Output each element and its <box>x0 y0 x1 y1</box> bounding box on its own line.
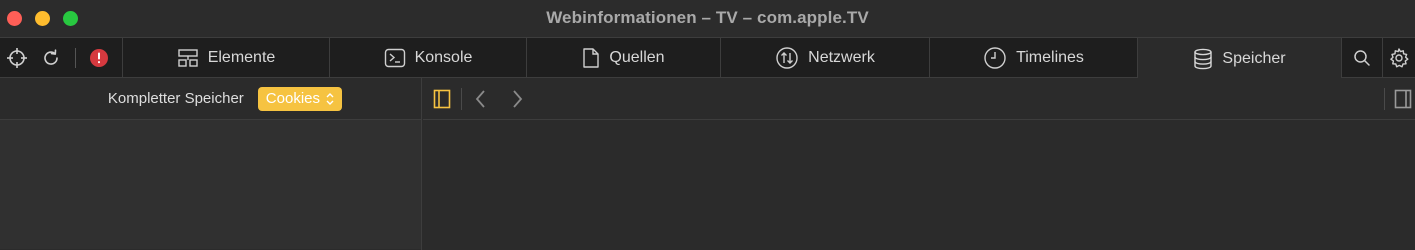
toolbar-separator <box>461 88 462 110</box>
crosshair-icon <box>7 48 27 68</box>
sidebar-toggle-icon <box>433 89 451 109</box>
tab-timelines[interactable]: Timelines <box>929 38 1137 78</box>
settings-button[interactable] <box>1382 38 1415 78</box>
errors-button[interactable] <box>88 38 110 78</box>
element-picker-button[interactable] <box>4 38 30 78</box>
tab-bar: Elemente Konsole Quellen Netzwerk Timeli… <box>0 37 1415 79</box>
storage-scope-value: Cookies <box>265 90 320 107</box>
tab-network-label: Netzwerk <box>808 49 875 66</box>
chevron-right-icon <box>513 90 523 108</box>
search-icon <box>1354 50 1370 66</box>
network-icon <box>776 47 798 69</box>
details-sidebar-icon <box>1394 89 1412 109</box>
storage-scope-select[interactable]: Cookies <box>257 86 342 111</box>
tab-elements-label: Elemente <box>207 49 276 66</box>
error-badge-icon <box>90 49 108 67</box>
window-title: Webinformationen – TV – com.apple.TV <box>546 8 869 27</box>
back-button[interactable] <box>471 88 491 110</box>
gear-icon <box>1390 48 1409 68</box>
tab-timelines-label: Timelines <box>1016 49 1084 66</box>
toggle-details-sidebar-button[interactable] <box>1393 88 1413 110</box>
web-inspector-window: Webinformationen – TV – com.apple.TV Ele… <box>0 0 1415 250</box>
toolbar-separator <box>1384 88 1385 110</box>
title-bar: Webinformationen – TV – com.apple.TV <box>0 0 1415 37</box>
tab-network[interactable]: Netzwerk <box>720 38 929 78</box>
sidebar-title: Kompletter Speicher <box>107 90 244 107</box>
tab-storage-label: Speicher <box>1222 49 1286 67</box>
tab-storage[interactable]: Speicher <box>1137 38 1341 79</box>
elements-icon <box>178 49 198 67</box>
forward-button[interactable] <box>507 88 527 110</box>
sidebar-header: Kompletter Speicher Cookies <box>0 78 421 120</box>
search-button[interactable] <box>1341 38 1382 78</box>
sidebar-list <box>0 120 421 249</box>
toggle-navigation-sidebar-button[interactable] <box>432 88 452 110</box>
storage-sidebar: Kompletter Speicher Cookies <box>0 78 422 250</box>
document-icon <box>583 48 600 68</box>
toolbar-separator <box>75 48 76 68</box>
reload-icon <box>44 49 58 65</box>
tab-console-label: Konsole <box>414 49 473 66</box>
tab-console[interactable]: Konsole <box>329 38 526 78</box>
database-icon <box>1194 48 1213 69</box>
tab-sources-label: Quellen <box>609 49 665 66</box>
tab-elements[interactable]: Elemente <box>122 38 329 78</box>
reload-button[interactable] <box>39 38 63 78</box>
chevron-updown-icon <box>326 92 334 106</box>
content-area <box>423 78 1415 250</box>
tab-sources[interactable]: Quellen <box>526 38 720 78</box>
chevron-left-icon <box>475 90 485 108</box>
console-icon <box>384 48 405 68</box>
content-toolbar <box>423 78 1415 120</box>
clock-icon <box>984 47 1006 69</box>
